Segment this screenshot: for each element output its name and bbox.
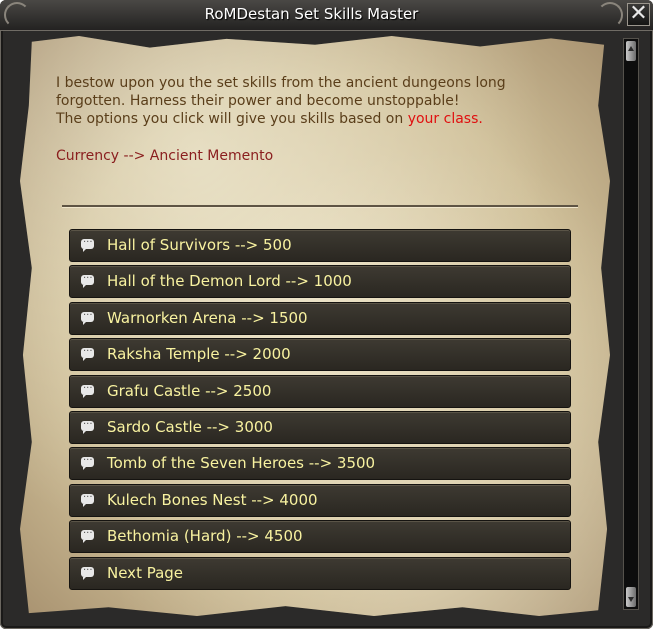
option-hall-of-survivors[interactable]: Hall of Survivors --> 500 xyxy=(69,229,571,262)
speech-bubble-icon xyxy=(81,416,94,434)
intro-text: I bestow upon you the set skills from th… xyxy=(56,74,576,128)
option-kulech-bones-nest[interactable]: Kulech Bones Nest --> 4000 xyxy=(69,483,571,517)
option-bethomia-hard[interactable]: Bethomia (Hard) --> 4500 xyxy=(69,520,571,554)
option-label: Bethomia (Hard) --> 4500 xyxy=(107,527,303,546)
option-label: Next Page xyxy=(107,563,184,582)
divider xyxy=(62,205,578,208)
scrollbar[interactable] xyxy=(623,38,639,610)
intro-line-1: I bestow upon you the set skills from th… xyxy=(56,75,506,91)
intro-line-3-prefix: The options you click will give you skil… xyxy=(56,111,408,127)
option-label: Warnorken Arena --> 1500 xyxy=(107,308,308,327)
option-label: Sardo Castle --> 3000 xyxy=(107,417,273,436)
option-label: Hall of the Demon Lord --> 1000 xyxy=(107,272,352,291)
option-next-page[interactable]: Next Page xyxy=(69,556,571,590)
speech-bubble-icon xyxy=(81,380,94,398)
option-label: Raksha Temple --> 2000 xyxy=(107,345,291,364)
option-label: Grafu Castle --> 2500 xyxy=(107,381,272,400)
title-bar[interactable]: RoMDestan Set Skills Master ✕ xyxy=(0,0,653,31)
option-grafu-castle[interactable]: Grafu Castle --> 2500 xyxy=(69,374,571,408)
currency-label: Currency --> Ancient Memento xyxy=(56,148,274,164)
speech-bubble-icon xyxy=(81,525,94,544)
close-icon[interactable]: ✕ xyxy=(627,3,650,26)
option-list: Hall of Survivors --> 500 Hall of the De… xyxy=(69,229,571,593)
option-hall-of-the-demon-lord[interactable]: Hall of the Demon Lord --> 1000 xyxy=(69,265,571,299)
option-label: Tomb of the Seven Heroes --> 3500 xyxy=(107,454,376,473)
scroll-up-arrow-icon[interactable] xyxy=(626,41,636,61)
dialog-window: RoMDestan Set Skills Master ✕ I bestow u… xyxy=(0,0,653,629)
option-warnorken-arena[interactable]: Warnorken Arena --> 1500 xyxy=(69,301,571,335)
speech-bubble-icon xyxy=(81,489,94,507)
scroll-down-arrow-icon[interactable] xyxy=(626,587,636,607)
option-sardo-castle[interactable]: Sardo Castle --> 3000 xyxy=(69,410,571,444)
speech-bubble-icon xyxy=(81,270,94,289)
class-highlight: your class. xyxy=(407,111,483,127)
intro-line-2: forgotten. Harness their power and becom… xyxy=(56,93,460,109)
option-tomb-of-the-seven-heroes[interactable]: Tomb of the Seven Heroes --> 3500 xyxy=(69,447,571,481)
option-label: Hall of Survivors --> 500 xyxy=(107,236,292,254)
window-title: RoMDestan Set Skills Master xyxy=(204,5,419,23)
option-label: Kulech Bones Nest --> 4000 xyxy=(107,490,318,509)
intro-line-3: The options you click will give you skil… xyxy=(56,110,576,128)
speech-bubble-icon xyxy=(81,562,94,580)
corner-ornament-right xyxy=(597,2,623,28)
speech-bubble-icon xyxy=(81,307,94,325)
option-raksha-temple[interactable]: Raksha Temple --> 2000 xyxy=(69,338,571,372)
speech-bubble-icon xyxy=(81,234,94,252)
speech-bubble-icon xyxy=(81,343,94,362)
speech-bubble-icon xyxy=(81,452,94,471)
